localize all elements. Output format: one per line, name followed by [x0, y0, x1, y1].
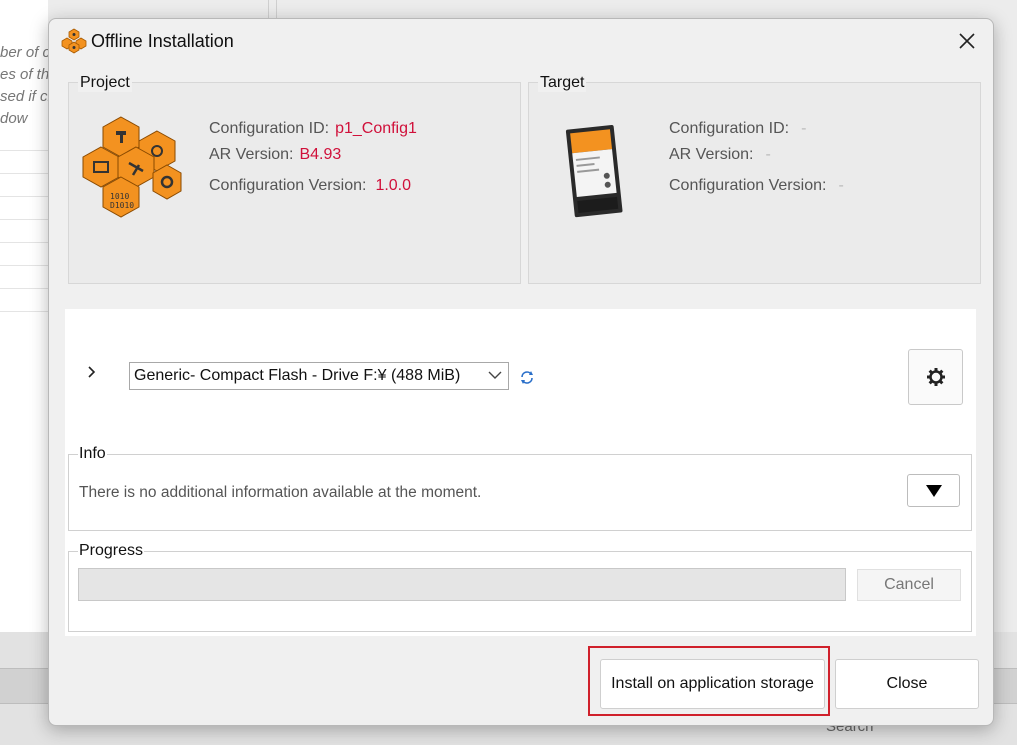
svg-text:D1010: D1010	[110, 201, 134, 210]
content-area: Info There is no additional information …	[65, 309, 976, 636]
background-row-divider	[0, 311, 48, 312]
target-ar-version-row: AR Version: -	[669, 146, 771, 164]
project-config-version-value: 1.0.0	[375, 177, 412, 194]
target-ar-version-label: AR Version:	[669, 146, 754, 163]
target-panel-title: Target	[538, 74, 587, 92]
project-ar-version-value: B4.93	[299, 146, 342, 163]
progress-bar	[78, 568, 846, 601]
project-config-id-row: Configuration ID: p1_Config1	[209, 120, 417, 138]
project-ar-version-label: AR Version:	[209, 146, 294, 163]
target-panel: Target Configuration ID: - AR Version: - C…	[528, 74, 981, 284]
close-icon[interactable]	[951, 25, 983, 57]
project-honeycomb-icon: 1010 D1010	[82, 116, 182, 218]
triangle-down-icon	[925, 484, 942, 497]
svg-text:1010: 1010	[110, 192, 129, 201]
progress-group: Progress Cancel	[68, 542, 972, 632]
project-config-id-label: Configuration ID:	[209, 120, 330, 137]
chevron-right-icon[interactable]	[85, 365, 99, 379]
project-config-version-label: Configuration Version:	[209, 177, 367, 194]
background-row-divider	[0, 173, 48, 174]
target-config-id-row: Configuration ID: -	[669, 120, 806, 138]
background-row-divider	[0, 288, 48, 289]
background-divider	[276, 0, 277, 20]
project-ar-version-row: AR Version: B4.93	[209, 146, 341, 164]
info-group-title: Info	[78, 445, 107, 463]
project-config-version-row: Configuration Version: 1.0.0	[209, 177, 411, 195]
background-row-divider	[0, 196, 48, 197]
compact-flash-card-icon	[565, 125, 623, 218]
background-row-divider	[0, 242, 48, 243]
app-icon	[61, 28, 87, 54]
refresh-icon[interactable]	[519, 369, 535, 385]
highlight-box	[588, 646, 830, 716]
target-config-id-value: -	[801, 120, 807, 137]
target-config-id-label: Configuration ID:	[669, 120, 790, 137]
background-text: es of th	[0, 66, 50, 83]
settings-button[interactable]	[908, 349, 963, 405]
cancel-button[interactable]: Cancel	[857, 569, 961, 601]
info-group: Info There is no additional information …	[68, 445, 972, 531]
background-divider	[268, 0, 269, 20]
title-bar: Offline Installation	[49, 19, 993, 63]
background-text: ber of c	[0, 44, 51, 61]
progress-group-title: Progress	[78, 542, 145, 560]
background-text: dow	[0, 110, 28, 127]
info-expand-button[interactable]	[907, 474, 960, 507]
target-ar-version-value: -	[765, 146, 771, 163]
chevron-down-icon	[488, 371, 502, 379]
drive-select-value: Generic- Compact Flash - Drive F:¥ (488 …	[134, 367, 461, 384]
project-panel: Project 1010 D1010 Configuration ID: p1_C…	[68, 74, 521, 284]
background-row-divider	[0, 150, 48, 151]
target-config-version-row: Configuration Version: -	[669, 177, 844, 195]
offline-installation-dialog: Offline Installation Project 1010 D1010 …	[48, 18, 994, 726]
dialog-title: Offline Installation	[91, 31, 234, 51]
background-row-divider	[0, 219, 48, 220]
project-config-id-value: p1_Config1	[335, 120, 417, 137]
target-config-version-label: Configuration Version:	[669, 177, 827, 194]
background-text: sed if cl	[0, 88, 51, 105]
gear-icon	[926, 368, 945, 386]
drive-select[interactable]: Generic- Compact Flash - Drive F:¥ (488 …	[129, 362, 509, 390]
close-button[interactable]: Close	[835, 659, 979, 709]
info-message: There is no additional information avail…	[79, 484, 482, 501]
target-config-version-value: -	[838, 177, 844, 194]
project-panel-title: Project	[78, 74, 132, 92]
background-row-divider	[0, 265, 48, 266]
